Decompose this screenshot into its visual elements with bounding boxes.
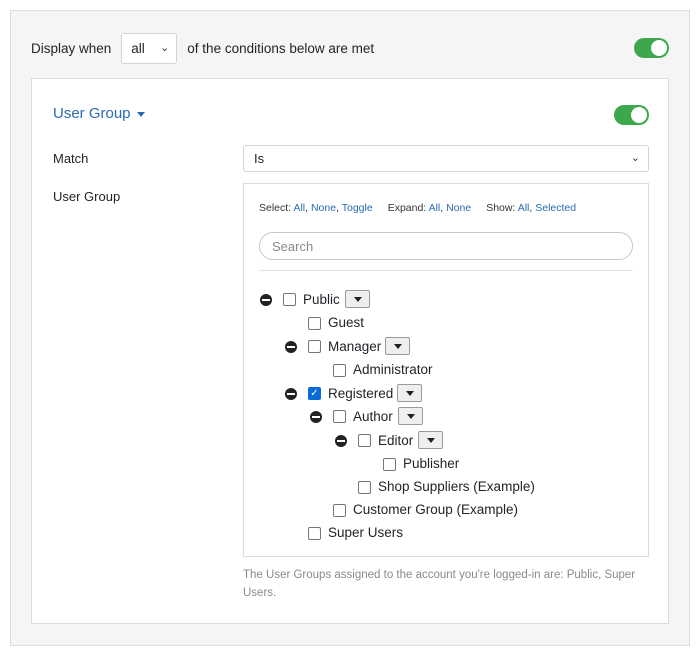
select-toggle-link[interactable]: Toggle [342, 202, 373, 214]
collapse-registered-icon[interactable] [285, 388, 297, 400]
show-all-link[interactable]: All [518, 202, 530, 214]
collapse-author-icon[interactable] [310, 411, 322, 423]
help-text: The User Groups assigned to the account … [243, 569, 636, 599]
tree-label-registered: Registered [328, 386, 394, 401]
caret-down-icon [136, 111, 145, 117]
conditions-suffix-label: of the conditions below are met [187, 40, 375, 56]
tree-label-manager: Manager [328, 339, 382, 354]
select-all-link[interactable]: All [293, 202, 305, 214]
match-all-select[interactable]: all ⌄ [121, 32, 178, 64]
tree-label-publisher: Publisher [403, 456, 460, 471]
checkbox-super-users[interactable] [308, 527, 321, 540]
tree-label-guest: Guest [328, 315, 365, 330]
checkbox-public[interactable] [283, 293, 296, 306]
display-toggle[interactable] [634, 38, 669, 58]
checkbox-publisher[interactable] [383, 458, 396, 471]
tree-label-author: Author [353, 409, 393, 424]
show-controls: Show: All, Selected [486, 202, 577, 214]
user-group-label: User Group [53, 189, 121, 204]
tree-label-administrator: Administrator [353, 362, 433, 377]
tree-label-editor: Editor [378, 433, 414, 448]
show-label: Show: [486, 202, 516, 214]
checkbox-customer-group[interactable] [333, 504, 346, 517]
display-when-row: Display when all ⌄ of the conditions bel… [31, 32, 374, 64]
match-select-value: Is [254, 151, 265, 166]
expand-label: Expand: [387, 202, 427, 214]
registered-options-dropdown[interactable] [397, 384, 422, 402]
show-selected-link[interactable]: Selected [535, 202, 576, 214]
checkbox-guest[interactable] [308, 317, 321, 330]
match-select[interactable]: Is ⌄ [243, 145, 649, 172]
checkbox-manager[interactable] [308, 340, 321, 353]
display-when-label: Display when [31, 40, 112, 56]
manager-options-dropdown[interactable] [385, 337, 410, 355]
checkbox-editor[interactable] [358, 434, 371, 447]
collapse-editor-icon[interactable] [335, 435, 347, 447]
match-all-value: all [131, 40, 145, 56]
user-group-selector: Select: All, None, Toggle Expand: All, N… [243, 183, 649, 557]
collapse-public-icon[interactable] [260, 294, 272, 306]
conditions-container: Display when all ⌄ of the conditions bel… [10, 10, 690, 646]
tree-toolbar: Select: All, None, Toggle Expand: All, N… [259, 202, 576, 214]
user-group-condition-panel: User Group Match Is ⌄ User Group Select:… [31, 78, 669, 624]
user-group-title: User Group [53, 105, 131, 122]
expand-none-link[interactable]: None [446, 202, 471, 214]
tree-label-super-users: Super Users [328, 525, 404, 540]
tree-label-customer-group: Customer Group (Example) [353, 502, 519, 517]
checkbox-administrator[interactable] [333, 364, 346, 377]
match-label: Match [53, 151, 89, 166]
user-group-dropdown[interactable]: User Group [53, 105, 145, 122]
author-options-dropdown[interactable] [398, 407, 423, 425]
tree-label-shop-suppliers: Shop Suppliers (Example) [378, 479, 535, 494]
search-input[interactable] [259, 232, 633, 260]
expand-controls: Expand: All, None [387, 202, 472, 214]
checkbox-shop-suppliers[interactable] [358, 481, 371, 494]
select-none-link[interactable]: None [311, 202, 336, 214]
public-options-dropdown[interactable] [345, 290, 370, 308]
editor-options-dropdown[interactable] [418, 431, 443, 449]
checkbox-author[interactable] [333, 410, 346, 423]
tree-label-public: Public [303, 292, 340, 307]
expand-all-link[interactable]: All [429, 202, 441, 214]
user-group-toggle[interactable] [614, 105, 649, 125]
select-label: Select: [259, 202, 292, 214]
select-controls: Select: All, None, Toggle [259, 202, 373, 214]
chevron-down-icon: ⌄ [160, 41, 170, 54]
divider [259, 270, 633, 271]
collapse-manager-icon[interactable] [285, 341, 297, 353]
chevron-down-icon: ⌄ [630, 152, 640, 164]
checkbox-registered[interactable]: ✓ [308, 387, 321, 400]
